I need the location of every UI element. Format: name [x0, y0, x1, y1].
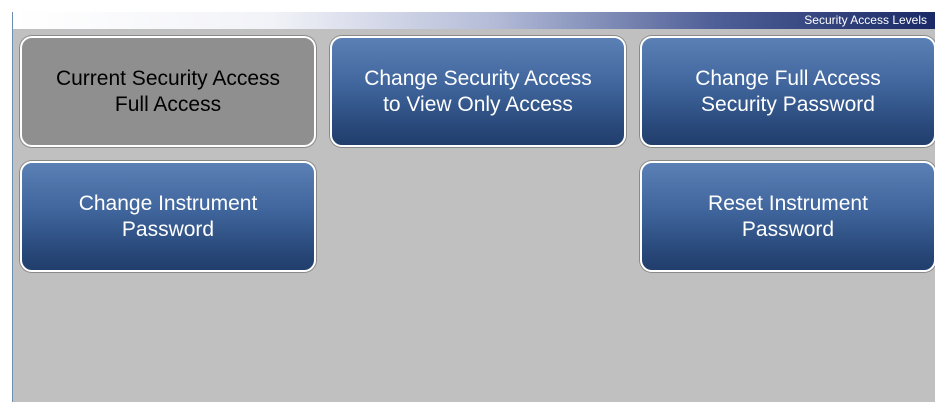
tile-label: Reset Instrument Password: [708, 191, 868, 243]
change-instrument-password-button[interactable]: Change Instrument Password: [20, 161, 316, 272]
security-access-screen: Security Access Levels Current Security …: [12, 12, 935, 402]
tile-label-line1: Change Instrument: [78, 191, 258, 215]
tile-label-line2: Password: [741, 217, 835, 241]
tile-label-line1: Reset Instrument: [708, 191, 868, 215]
tile-label: Change Instrument Password: [79, 191, 258, 243]
tile-label: Change Full Access Security Password: [695, 66, 881, 118]
tile-label-line2: to View Only Access: [383, 92, 573, 116]
tile-label-line2: Full Access: [114, 92, 222, 116]
tile-label-line1: Change Security Access: [364, 66, 592, 90]
tile-label: Change Security Access to View Only Acce…: [364, 66, 592, 118]
change-full-access-password-button[interactable]: Change Full Access Security Password: [640, 36, 935, 147]
tile-label-line1: Current Security Access: [55, 66, 281, 90]
tile-label: Current Security Access Full Access: [56, 66, 280, 118]
title-bar: Security Access Levels: [13, 12, 935, 29]
current-security-access-tile: Current Security Access Full Access: [20, 36, 316, 147]
tile-label-line2: Password: [121, 217, 215, 241]
page-title: Security Access Levels: [804, 13, 927, 27]
tile-label-line1: Change Full Access: [695, 66, 881, 90]
tile-label-line2: Security Password: [701, 92, 875, 116]
reset-instrument-password-button[interactable]: Reset Instrument Password: [640, 161, 935, 272]
change-to-view-only-button[interactable]: Change Security Access to View Only Acce…: [330, 36, 626, 147]
